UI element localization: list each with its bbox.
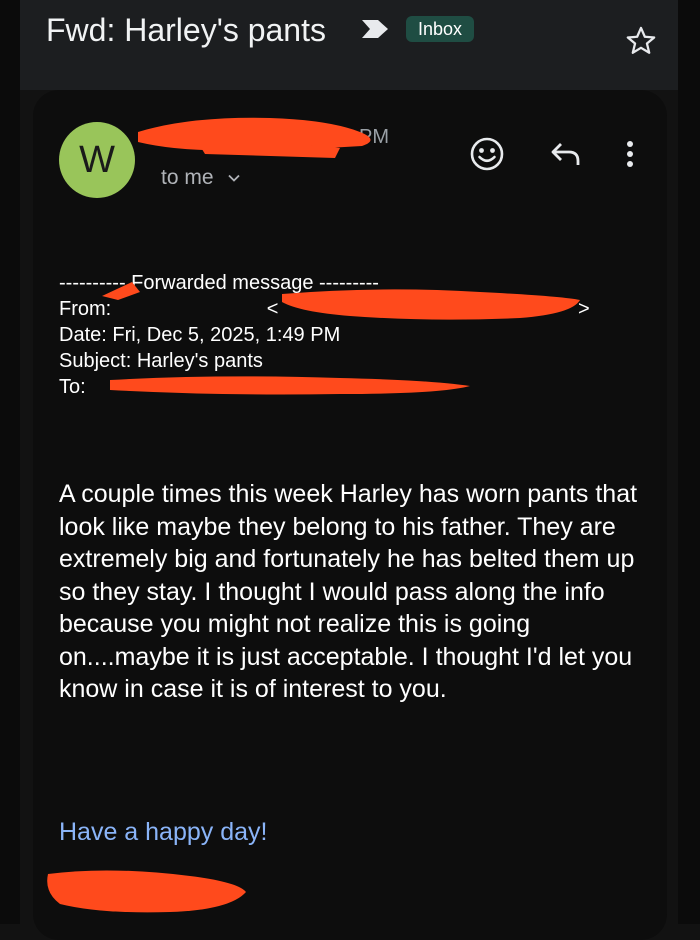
emoji-react-icon[interactable] [467,134,507,174]
forward-date-line: Date: Fri, Dec 5, 2025, 1:49 PM [59,324,341,346]
forward-separator: ---------- Forwarded message --------- [59,272,379,294]
message-card: W PM to me ---------- Forwarded message … [33,90,667,940]
reply-icon[interactable] [545,134,585,174]
message-body: A couple times this week Harley has worn… [59,480,638,703]
message-time: PM [359,126,389,148]
email-subject: Fwd: Harley's pants [46,12,326,48]
more-vertical-icon[interactable] [618,134,642,174]
right-edge [678,0,700,924]
star-icon[interactable] [624,24,658,58]
importance-marker-icon[interactable] [360,18,390,40]
signoff-link[interactable]: Have a happy day! [59,818,267,847]
forward-to-line: To: [59,376,86,398]
forward-from-line: From: < > [59,298,590,320]
forward-subject-line: Subject: Harley's pants [59,350,263,372]
chevron-down-icon [228,175,241,183]
inbox-label-badge[interactable]: Inbox [406,16,475,42]
recipient-label: to me [161,166,214,189]
recipient-toggle[interactable]: to me [161,166,241,190]
message-header: Fwd: Harley's pants Inbox [20,0,678,90]
left-edge [0,0,20,924]
sender-avatar[interactable]: W [59,122,135,198]
forwarded-header: ---------- Forwarded message --------- F… [59,270,590,400]
